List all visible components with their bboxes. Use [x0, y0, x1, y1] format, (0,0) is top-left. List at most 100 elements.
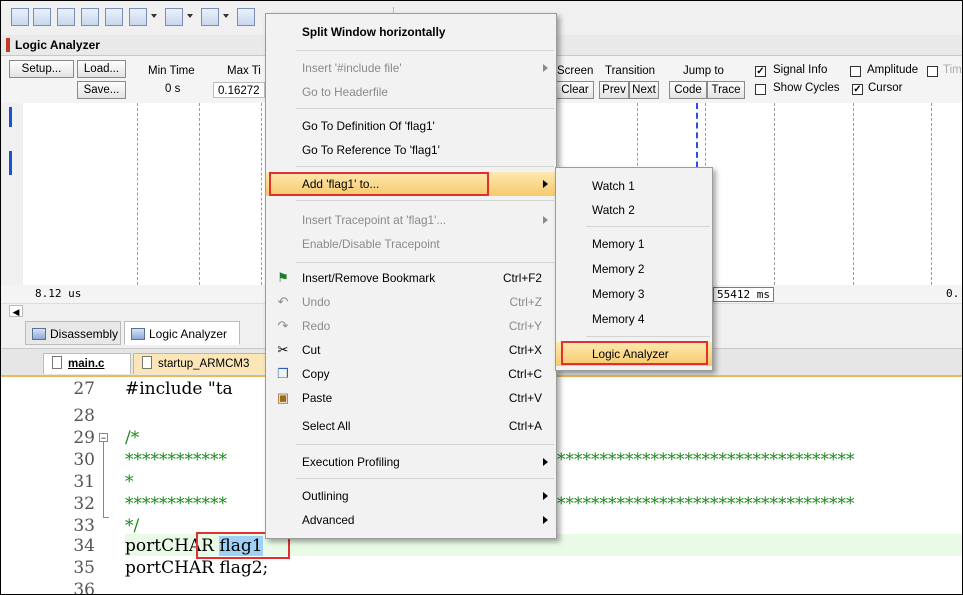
signal-list[interactable] — [1, 103, 23, 285]
setup-button[interactable]: Setup... — [9, 60, 74, 78]
bookmark-flag-icon: ⚑ — [277, 270, 289, 285]
next-button[interactable]: Next — [629, 81, 659, 99]
title-accent — [6, 38, 10, 52]
code-line[interactable]: /* — [125, 428, 139, 448]
line-number: 31 — [73, 472, 95, 492]
menu-separator — [586, 336, 710, 337]
submenu-item-watch2[interactable]: Watch 2 — [556, 198, 712, 222]
show-cycles-checkbox[interactable] — [755, 84, 766, 95]
file-icon — [142, 356, 152, 369]
menu-item-split-window[interactable]: Split Window horizontally — [266, 20, 556, 44]
submenu-arrow-icon — [543, 216, 548, 224]
line-number: 32 — [73, 494, 95, 514]
menu-item-outlining[interactable]: Outlining — [266, 484, 556, 508]
amplitude-checkbox[interactable] — [850, 66, 861, 77]
trace-button[interactable]: Trace — [707, 81, 745, 99]
logic-analyzer-title: Logic Analyzer — [15, 38, 100, 52]
signal-marker — [9, 107, 12, 127]
menu-item-advanced[interactable]: Advanced — [266, 508, 556, 532]
chevron-down-icon[interactable] — [151, 14, 157, 18]
tab-logic-analyzer[interactable]: Logic Analyzer — [124, 321, 240, 345]
cursor-checkbox[interactable]: ✓ — [852, 84, 863, 95]
call-stack-icon[interactable] — [105, 8, 123, 26]
code-line[interactable]: * — [125, 472, 134, 492]
submenu-arrow-icon — [543, 64, 548, 72]
load-button[interactable]: Load... — [77, 60, 126, 78]
submenu-item-memory2[interactable]: Memory 2 — [556, 257, 712, 281]
menu-item-insert-tracepoint[interactable]: Insert Tracepoint at 'flag1'... — [266, 208, 556, 232]
submenu-item-memory3[interactable]: Memory 3 — [556, 282, 712, 306]
submenu-arrow-icon — [543, 458, 548, 466]
submenu-item-watch1[interactable]: Watch 1 — [556, 174, 712, 198]
logic-analyzer-icon — [131, 328, 145, 340]
code-line[interactable]: #include "ta — [125, 379, 233, 399]
signal-info-checkbox[interactable]: ✓ — [755, 66, 766, 77]
tab-main-c[interactable]: main.c — [43, 353, 131, 374]
fold-line — [103, 442, 104, 518]
registers-window-icon[interactable] — [81, 8, 99, 26]
menu-separator — [296, 478, 554, 479]
code-line[interactable]: ************ — [125, 450, 227, 470]
submenu-item-memory4[interactable]: Memory 4 — [556, 307, 712, 331]
redo-icon: ↷ — [277, 318, 289, 333]
menu-item-enable-disable-tracepoint[interactable]: Enable/Disable Tracepoint — [266, 232, 556, 256]
menu-item-insert-include[interactable]: Insert '#include file' — [266, 56, 556, 80]
chevron-down-icon[interactable] — [223, 14, 229, 18]
menu-item-undo[interactable]: ↶ Undo Ctrl+Z — [266, 290, 556, 314]
memory-window-icon[interactable] — [165, 8, 183, 26]
menu-separator — [296, 200, 554, 201]
menu-item-redo[interactable]: ↷ Redo Ctrl+Y — [266, 314, 556, 338]
watch-window-icon[interactable] — [129, 8, 147, 26]
grid-line — [199, 103, 200, 285]
chevron-down-icon[interactable] — [187, 14, 193, 18]
code-line[interactable]: ************ — [125, 494, 227, 514]
serial-window-icon[interactable] — [201, 8, 219, 26]
prev-button[interactable]: Prev — [599, 81, 629, 99]
disassembly-window-icon[interactable] — [33, 8, 51, 26]
menu-item-go-to-definition[interactable]: Go To Definition Of 'flag1' — [266, 114, 556, 138]
time-right-value: 0. — [946, 287, 960, 300]
scroll-left-icon[interactable]: ◀ — [9, 305, 23, 317]
menu-item-execution-profiling[interactable]: Execution Profiling — [266, 450, 556, 474]
line-number: 34 — [73, 536, 95, 556]
menu-item-go-to-reference[interactable]: Go To Reference To 'flag1' — [266, 138, 556, 162]
code-line[interactable]: portCHAR flag2; — [125, 558, 268, 578]
menu-item-insert-remove-bookmark[interactable]: ⚑ Insert/Remove Bookmark Ctrl+F2 — [266, 266, 556, 290]
context-menu: Split Window horizontally Insert '#inclu… — [265, 13, 557, 539]
submenu-arrow-icon — [543, 180, 548, 188]
undo-icon: ↶ — [277, 294, 289, 309]
submenu-item-memory1[interactable]: Memory 1 — [556, 232, 712, 256]
menu-separator — [296, 444, 554, 445]
menu-item-cut[interactable]: ✂ Cut Ctrl+X — [266, 338, 556, 362]
timestamps-label: Tim — [943, 64, 962, 76]
min-time-label: Min Time — [148, 65, 195, 77]
disassembly-icon — [32, 328, 46, 340]
code-line[interactable]: */ — [125, 516, 139, 536]
symbols-window-icon[interactable] — [57, 8, 75, 26]
max-time-value: 0.16272 — [213, 82, 265, 98]
timestamps-checkbox[interactable] — [927, 66, 938, 77]
amplitude-label: Amplitude — [867, 64, 919, 76]
signal-marker — [9, 151, 12, 175]
grid-line — [261, 103, 262, 285]
line-number: 35 — [73, 558, 95, 578]
logic-analyzer-annotation-box — [561, 341, 708, 365]
clear-button[interactable]: Clear — [556, 81, 594, 99]
clipboard-icon: ▣ — [276, 390, 290, 405]
min-time-value: 0 s — [165, 83, 181, 95]
menu-item-go-to-headerfile[interactable]: Go to Headerfile — [266, 80, 556, 104]
fold-toggle-icon[interactable]: − — [99, 433, 108, 443]
tab-disassembly[interactable]: Disassembly — [25, 321, 121, 345]
scissors-icon: ✂ — [277, 342, 289, 357]
analysis-window-icon[interactable] — [237, 8, 255, 26]
menu-item-paste[interactable]: ▣ Paste Ctrl+V — [266, 386, 556, 410]
grid-line — [774, 103, 775, 285]
command-window-icon[interactable] — [11, 8, 29, 26]
menu-item-copy[interactable]: ❐ Copy Ctrl+C — [266, 362, 556, 386]
code-line-tail: *********************************** — [557, 450, 855, 470]
code-button[interactable]: Code — [669, 81, 707, 99]
grid-line — [931, 103, 932, 285]
save-button[interactable]: Save... — [77, 81, 126, 99]
menu-item-select-all[interactable]: Select All Ctrl+A — [266, 414, 556, 438]
tab-startup-file[interactable]: startup_ARMCM3 — [133, 353, 267, 374]
